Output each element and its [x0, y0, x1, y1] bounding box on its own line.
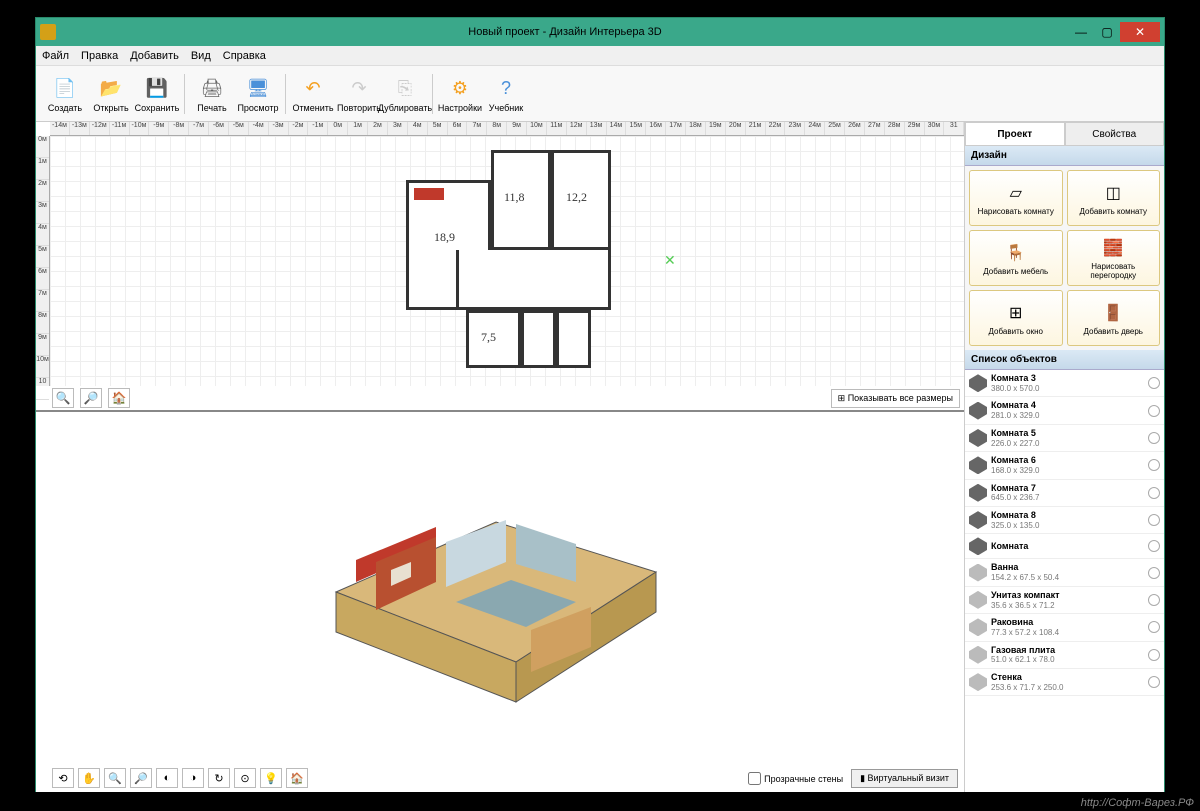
- maximize-button[interactable]: ▢: [1094, 22, 1120, 42]
- object-item[interactable]: Комната 8325.0 x 135.0: [965, 507, 1164, 534]
- toolbar-повторить[interactable]: ↷Повторить: [336, 69, 382, 119]
- view-2-button[interactable]: ◑: [182, 768, 204, 788]
- toolbar-открыть[interactable]: 📂Открыть: [88, 69, 134, 119]
- object-item[interactable]: Раковина77.3 x 57.2 x 108.4: [965, 614, 1164, 641]
- object-item[interactable]: Комната 5226.0 x 227.0: [965, 425, 1164, 452]
- rotate-button[interactable]: ⟲: [52, 768, 74, 788]
- design-Добавить-комнату[interactable]: ◫Добавить комнату: [1067, 170, 1161, 226]
- virtual-tour-button[interactable]: ▮ Виртуальный визит: [851, 769, 958, 788]
- plan-2d-view[interactable]: -14м-13м-12м-11м-10м-9м-8м-7м-6м-5м-4м-3…: [36, 122, 964, 412]
- app-icon: [40, 24, 56, 40]
- toolbar-отменить[interactable]: ↶Отменить: [290, 69, 336, 119]
- room-label-3: 12,2: [566, 190, 587, 205]
- view-1-button[interactable]: ◐: [156, 768, 178, 788]
- tab-project[interactable]: Проект: [965, 122, 1065, 146]
- visibility-icon[interactable]: [1148, 540, 1160, 552]
- toolbar-создать[interactable]: 📄Создать: [42, 69, 88, 119]
- design-Добавить-дверь[interactable]: 🚪Добавить дверь: [1067, 290, 1161, 346]
- object-item[interactable]: Стенка253.6 x 71.7 x 250.0: [965, 669, 1164, 696]
- side-panel: Проект Свойства Дизайн ▱Нарисовать комна…: [964, 122, 1164, 792]
- visibility-icon[interactable]: [1148, 621, 1160, 633]
- object-item[interactable]: Комната 6168.0 x 329.0: [965, 452, 1164, 479]
- toolbar-просмотр[interactable]: 🖥Просмотр: [235, 69, 281, 119]
- zoom-in-button[interactable]: 🔍: [52, 388, 74, 408]
- visibility-icon[interactable]: [1148, 567, 1160, 579]
- visibility-icon[interactable]: [1148, 676, 1160, 688]
- window-title: Новый проект - Дизайн Интерьера 3D: [62, 26, 1068, 38]
- show-dimensions-toggle[interactable]: ⊞ Показывать все размеры: [831, 389, 960, 408]
- design-Нарисовать-комнату[interactable]: ▱Нарисовать комнату: [969, 170, 1063, 226]
- room-label-4: 7,5: [481, 330, 496, 345]
- design-section-header: Дизайн: [965, 146, 1164, 166]
- object-item[interactable]: Унитаз компакт35.6 x 36.5 x 71.2: [965, 587, 1164, 614]
- object-item[interactable]: Ванна154.2 x 67.5 x 50.4: [965, 559, 1164, 586]
- visibility-icon[interactable]: [1148, 432, 1160, 444]
- room-label-2: 11,8: [504, 190, 525, 205]
- toolbar-печать[interactable]: 🖨Печать: [189, 69, 235, 119]
- toolbar-сохранить[interactable]: 💾Сохранить: [134, 69, 180, 119]
- zoom-in-3d-button[interactable]: 🔍: [104, 768, 126, 788]
- menu-help[interactable]: Справка: [223, 50, 266, 62]
- ruler-vertical: 0м1м2м3м4м5м6м7м8м9м10м10: [36, 136, 50, 386]
- objects-section-header: Список объектов: [965, 350, 1164, 370]
- render-3d-view[interactable]: ⟲ ✋ 🔍 🔎 ◐ ◑ ↻ ⊙ 💡 🏠 Прозрачные стены ▮ В…: [36, 412, 964, 792]
- zoom-out-3d-button[interactable]: 🔎: [130, 768, 152, 788]
- titlebar: Новый проект - Дизайн Интерьера 3D — ▢ ✕: [36, 18, 1164, 46]
- render-controls: ⟲ ✋ 🔍 🔎 ◐ ◑ ↻ ⊙ 💡 🏠: [52, 768, 308, 788]
- light-button[interactable]: 💡: [260, 768, 282, 788]
- menubar: Файл Правка Добавить Вид Справка: [36, 46, 1164, 66]
- toolbar: 📄Создать📂Открыть💾Сохранить🖨Печать🖥Просмо…: [36, 66, 1164, 122]
- visibility-icon[interactable]: [1148, 459, 1160, 471]
- visibility-icon[interactable]: [1148, 377, 1160, 389]
- view-4-button[interactable]: ⊙: [234, 768, 256, 788]
- toolbar-учебник[interactable]: ?Учебник: [483, 69, 529, 119]
- menu-file[interactable]: Файл: [42, 50, 69, 62]
- object-item[interactable]: Комната: [965, 534, 1164, 559]
- menu-add[interactable]: Добавить: [130, 50, 179, 62]
- menu-edit[interactable]: Правка: [81, 50, 118, 62]
- design-Добавить-окно[interactable]: ⊞Добавить окно: [969, 290, 1063, 346]
- visibility-icon[interactable]: [1148, 487, 1160, 499]
- minimize-button[interactable]: —: [1068, 22, 1094, 42]
- home-3d-button[interactable]: 🏠: [286, 768, 308, 788]
- transparent-walls-checkbox[interactable]: Прозрачные стены: [748, 772, 843, 785]
- tab-properties[interactable]: Свойства: [1065, 122, 1165, 146]
- visibility-icon[interactable]: [1148, 405, 1160, 417]
- app-window: Новый проект - Дизайн Интерьера 3D — ▢ ✕…: [35, 17, 1165, 792]
- pan-button[interactable]: ✋: [78, 768, 100, 788]
- watermark: http://Софт-Варез.РФ: [1081, 797, 1194, 809]
- visibility-icon[interactable]: [1148, 594, 1160, 606]
- menu-view[interactable]: Вид: [191, 50, 211, 62]
- object-item[interactable]: Газовая плита51.0 x 62.1 x 78.0: [965, 642, 1164, 669]
- visibility-icon[interactable]: [1148, 649, 1160, 661]
- visibility-icon[interactable]: [1148, 514, 1160, 526]
- zoom-out-button[interactable]: 🔎: [80, 388, 102, 408]
- view-3-button[interactable]: ↻: [208, 768, 230, 788]
- object-item[interactable]: Комната 4281.0 x 329.0: [965, 397, 1164, 424]
- object-item[interactable]: Комната 7645.0 x 236.7: [965, 480, 1164, 507]
- floorplan[interactable]: 18,9 11,8 12,2 7,5: [406, 150, 616, 380]
- close-button[interactable]: ✕: [1120, 22, 1160, 42]
- object-item[interactable]: Комната 3380.0 x 570.0: [965, 370, 1164, 397]
- toolbar-дублировать[interactable]: ⎘Дублировать: [382, 69, 428, 119]
- toolbar-настройки[interactable]: ⚙Настройки: [437, 69, 483, 119]
- plan-controls: 🔍 🔎 🏠: [52, 388, 130, 408]
- design-Добавить-мебель[interactable]: 🪑Добавить мебель: [969, 230, 1063, 286]
- room-label-1: 18,9: [434, 230, 455, 245]
- design-Нарисовать-перегородку[interactable]: 🧱Нарисовать перегородку: [1067, 230, 1161, 286]
- home-button[interactable]: 🏠: [108, 388, 130, 408]
- render-3d-model: [296, 432, 676, 712]
- ruler-horizontal: -14м-13м-12м-11м-10м-9м-8м-7м-6м-5м-4м-3…: [50, 122, 964, 136]
- objects-list[interactable]: Комната 3380.0 x 570.0Комната 4281.0 x 3…: [965, 370, 1164, 792]
- cursor-mark-icon: ✕: [664, 252, 676, 269]
